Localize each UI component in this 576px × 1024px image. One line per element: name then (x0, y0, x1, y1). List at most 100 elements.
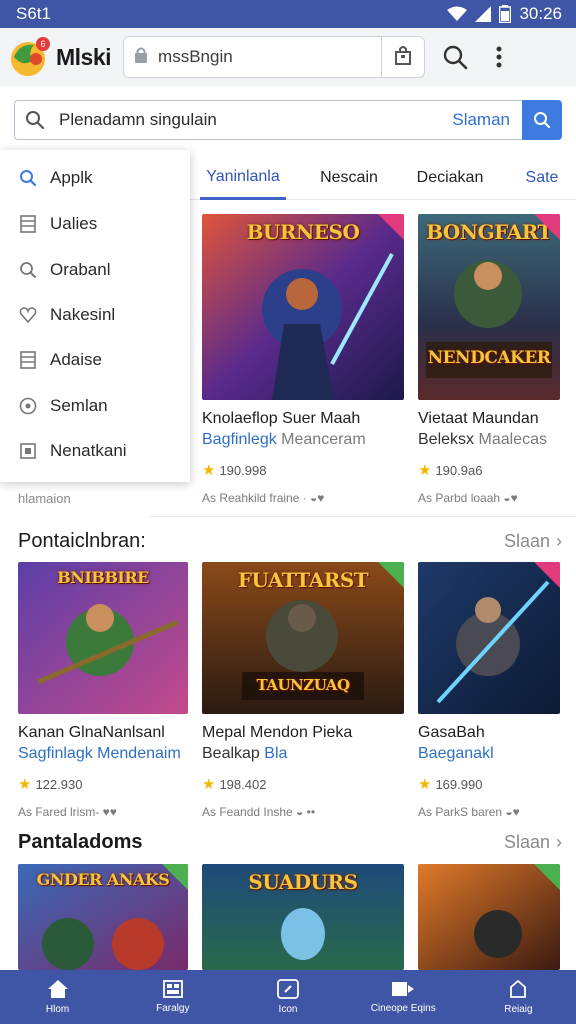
app-card[interactable]: BNIBBIRE Kanan GlnaNanlsanl Sagfinlagk M… (18, 562, 188, 819)
section-header: Pontaiclnbran: Slaan › (18, 530, 562, 553)
app-rating: ★ 122.930 (18, 776, 83, 793)
corner-badge (534, 214, 560, 240)
star-icon: ★ (418, 462, 432, 479)
app-thumbnail: BURNESO (202, 214, 404, 400)
wifi-icon (447, 6, 468, 22)
dropdown-menu: Applk Ualies Orabanl Nakesinl Adaise Sem… (0, 150, 190, 482)
app-meta: As ParkS baren ◒♥ (418, 805, 520, 819)
nav-item-home[interactable]: Hlom (0, 970, 115, 1024)
star-icon: ★ (18, 776, 32, 793)
compass-icon (277, 979, 299, 999)
app-rating: ★ 190.9a6 (418, 462, 483, 479)
app-meta: As Feandd Inshe ◒ •• (202, 805, 316, 819)
app-rating: ★ 190.998 (202, 462, 267, 479)
app-name: Mepal Mendon Pieka (202, 724, 353, 741)
app-developer: Bealkap Bla (202, 745, 288, 762)
menu-item-nakesinl[interactable]: Nakesinl (0, 292, 190, 338)
search-input[interactable]: Plenadamn singulain Slaman (14, 100, 522, 140)
chevron-right-icon: › (556, 531, 562, 551)
app-thumbnail: BNIBBIRE (18, 562, 188, 714)
corner-badge (378, 562, 404, 588)
signal-icon (475, 6, 492, 22)
app-developer: Bagfinlegk Meanceram (202, 431, 366, 448)
search-icon (534, 112, 551, 129)
app-thumbnail: FUATTARST TAUNZUAQ (202, 562, 404, 714)
corner-badge (534, 562, 560, 588)
status-time-left: S6t1 (16, 4, 51, 23)
nav-item-icon[interactable]: Icon (230, 970, 345, 1024)
search-scope-link[interactable]: Slaman (452, 110, 510, 130)
star-icon: ★ (202, 462, 216, 479)
app-card[interactable]: BONGFART NENDCAKER Vietaat Maundan Belek… (418, 214, 560, 505)
app-name: GasaBah (418, 724, 485, 741)
chevron-right-icon: › (556, 832, 562, 852)
lock-icon (134, 47, 148, 68)
menu-item-orabanl[interactable]: Orabanl (0, 247, 190, 293)
tab-deciakan[interactable]: Deciakan (410, 156, 490, 200)
see-more-link[interactable]: Slaan › (504, 832, 562, 853)
list-icon (18, 350, 38, 370)
bag-icon[interactable] (392, 44, 414, 71)
menu-item-nenatkani[interactable]: Nenatkani (0, 428, 190, 474)
tab-yaninlanla[interactable]: Yaninlanla (200, 156, 286, 200)
search-icon (443, 45, 468, 70)
status-bar: S6t1 30:26 (0, 0, 576, 28)
menu-item-adaise[interactable]: Adaise (0, 337, 190, 383)
section-title: Pontaiclnbran: (18, 530, 146, 552)
url-bar[interactable]: mssBngin (123, 36, 426, 78)
app-card[interactable]: GasaBah Baeganakl ★ 169.990 As ParkS bare… (418, 562, 560, 819)
app-card[interactable]: BURNESO Knolaeflop Suer Maah Bagfinlegk … (202, 214, 404, 505)
app-name: Mlski (56, 43, 112, 70)
battery-icon (499, 5, 512, 23)
thumbnail-title: BNIBBIRE (57, 568, 149, 587)
menu-item-semlan[interactable]: Semlan (0, 383, 190, 429)
nav-item-faralgy[interactable]: Faralgy (115, 970, 230, 1024)
app-meta: As Fared lrism- ♥♥ (18, 805, 117, 819)
more-menu-button[interactable] (477, 35, 521, 79)
search-row: Plenadamn singulain Slaman (14, 100, 562, 140)
tab-sate[interactable]: Sate (516, 156, 568, 200)
notification-badge: 6 (36, 37, 50, 51)
app-logo[interactable]: 6 (10, 37, 50, 77)
app-name: Kanan GlnaNanlsanl (18, 724, 165, 741)
url-text: mssBngin (158, 47, 233, 66)
corner-badge (534, 864, 560, 890)
tab-nescain[interactable]: Nescain (310, 156, 388, 200)
app-thumbnail (418, 864, 560, 970)
app-developer: Baeganakl (418, 745, 494, 762)
grid-icon (162, 980, 183, 998)
app-rating: ★ 198.402 (202, 776, 267, 793)
app-thumbnail (418, 562, 560, 714)
home-icon (47, 980, 68, 998)
app-card[interactable]: GNDER ANAKS (18, 864, 188, 970)
app-name: Knolaeflop Suer Maah (202, 410, 361, 427)
shop-icon (510, 979, 527, 998)
thumbnail-title: BURNESO (246, 220, 360, 244)
sub-note: hlamaion (18, 491, 71, 506)
app-name: Vietaat Maundan (418, 410, 539, 427)
star-icon: ★ (418, 776, 432, 793)
thumbnail-subtitle: TAUNZUAQ (256, 676, 350, 694)
search-icon (26, 111, 45, 130)
app-card[interactable]: FUATTARST TAUNZUAQ Mepal Mendon Pieka Be… (202, 562, 404, 819)
menu-item-ualies[interactable]: Ualies (0, 201, 190, 247)
section-title: Pantaladoms (18, 831, 143, 853)
app-thumbnail: GNDER ANAKS (18, 864, 188, 970)
app-card[interactable]: SUADURS (202, 864, 404, 970)
nav-item-cineope-eqins[interactable]: Cineope Eqins (346, 970, 461, 1024)
see-more-link[interactable]: Slaan › (504, 531, 562, 552)
star-icon: ★ (202, 776, 216, 793)
thumbnail-title: GNDER ANAKS (36, 870, 170, 889)
list-icon (18, 214, 38, 234)
thumbnail-subtitle: NENDCAKER (427, 348, 551, 368)
tag-icon (392, 982, 415, 996)
section-header: Pantaladoms Slaan › (18, 831, 562, 854)
nav-item-reiaig[interactable]: Reiaig (461, 970, 576, 1024)
app-bar: 6 Mlski mssBngin (0, 28, 576, 86)
search-button[interactable] (433, 35, 477, 79)
search-query: Plenadamn singulain (59, 110, 217, 129)
menu-item-applk[interactable]: Applk (0, 155, 190, 201)
app-rating: ★ 169.990 (418, 776, 483, 793)
app-card[interactable] (418, 864, 560, 970)
search-submit-button[interactable] (522, 100, 562, 140)
